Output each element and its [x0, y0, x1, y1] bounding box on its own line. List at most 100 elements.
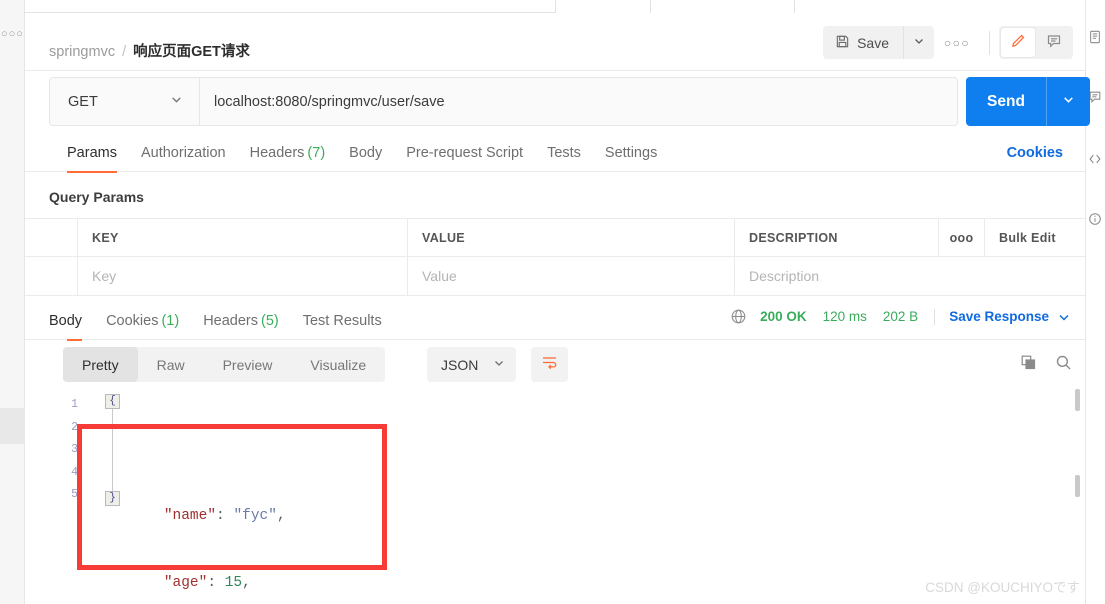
edit-pencil-button[interactable] [1001, 28, 1035, 57]
comment-icon[interactable] [1088, 90, 1104, 106]
ellipsis-icon: ○○○ [943, 35, 971, 50]
tab-params[interactable]: Params [49, 145, 129, 173]
format-tab-raw[interactable]: Raw [138, 347, 204, 382]
json-comma: , [276, 507, 286, 524]
tab-strip-segment-3[interactable] [795, 0, 1085, 13]
save-response-button[interactable]: Save Response [949, 309, 1049, 324]
send-button-label: Send [987, 92, 1025, 110]
globe-icon [730, 308, 747, 325]
tab-headers-count: (7) [307, 145, 326, 161]
table-header-row: KEY VALUE DESCRIPTION ooo Bulk Edit [25, 219, 1085, 257]
response-format-toolbar: Pretty Raw Preview Visualize JSON [25, 340, 1085, 389]
json-key-name: "name" [163, 507, 217, 524]
copy-icon[interactable] [1020, 354, 1037, 376]
tab-tests[interactable]: Tests [535, 145, 593, 172]
save-button-group: Save [823, 26, 934, 59]
chevron-down-icon[interactable] [1057, 310, 1071, 324]
method-selector[interactable]: GET [50, 78, 200, 125]
postman-window: ○○○ springmvc / 响应页面GET请求 Save ○○○ GET l… [0, 0, 1105, 604]
status-code: 200 OK [760, 309, 807, 324]
tab-params-label: Params [67, 145, 117, 161]
response-tab-cookies[interactable]: Cookies (1) [94, 313, 191, 340]
json-value-name: "fyc" [233, 507, 277, 524]
line-number: 2 [71, 420, 78, 434]
format-tab-raw-label: Raw [156, 356, 185, 373]
response-tabs-list: Body Cookies (1) Headers (5) Test Results [49, 304, 394, 341]
code-fold-rail: { } [105, 394, 122, 506]
format-tab-pretty[interactable]: Pretty [63, 347, 138, 382]
code-icon[interactable] [1088, 152, 1104, 168]
request-tabs-list: Params Authorization Headers (7) Body Pre… [49, 134, 669, 173]
left-rail-more-icon[interactable]: ○○○ [1, 28, 23, 40]
tab-settings-label: Settings [604, 145, 658, 161]
response-tab-cookies-count: (1) [161, 313, 180, 329]
fold-open-brace[interactable]: { [105, 394, 120, 409]
code-scrollbar-thumb-bottom[interactable] [1075, 475, 1080, 497]
breadcrumb-current: 响应页面GET请求 [133, 44, 250, 60]
json-code-block[interactable]: "name": "fyc", "age": 15, "address": nul… [129, 392, 294, 604]
fold-connector-line [112, 409, 113, 491]
row-description-input[interactable]: Description [735, 257, 1075, 295]
tab-authorization[interactable]: Authorization [129, 145, 238, 172]
fold-close-brace[interactable]: } [105, 491, 120, 506]
cookies-link[interactable]: Cookies [1007, 145, 1063, 161]
send-dropdown-button[interactable] [1046, 77, 1090, 126]
tab-strip-segment-2[interactable] [650, 0, 795, 13]
chevron-down-icon [493, 356, 505, 374]
format-tab-preview[interactable]: Preview [204, 347, 292, 382]
pencil-icon [1010, 33, 1026, 52]
request-header: springmvc / 响应页面GET请求 Save ○○○ [25, 14, 1085, 71]
response-time: 120 ms [822, 309, 867, 324]
format-tabs: Pretty Raw Preview Visualize [63, 347, 386, 382]
document-icon[interactable] [1088, 30, 1104, 46]
response-tab-test-results[interactable]: Test Results [291, 313, 394, 340]
window-tab-strip [25, 0, 1085, 14]
params-more-button[interactable]: ooo [939, 219, 985, 256]
url-input[interactable] [200, 78, 957, 125]
line-number: 3 [71, 443, 78, 456]
tab-pre-request-script-label: Pre-request Script [406, 145, 524, 161]
response-status-bar: 200 OK 120 ms 202 B Save Response [730, 308, 1071, 325]
breadcrumb-collection[interactable]: springmvc [49, 44, 115, 60]
word-wrap-button[interactable] [531, 347, 568, 382]
format-tab-preview-label: Preview [222, 356, 273, 373]
json-key-age: "age" [163, 575, 208, 591]
row-value-input[interactable]: Value [408, 257, 735, 295]
response-tab-cookies-label: Cookies [106, 313, 159, 329]
response-size: 202 B [882, 309, 919, 324]
watermark: CSDN @KOUCHIYOです [925, 580, 1080, 595]
tab-body[interactable]: Body [337, 145, 394, 172]
response-tab-test-results-label: Test Results [302, 313, 382, 329]
row-key-input[interactable]: Key [78, 257, 408, 295]
bulk-edit-button[interactable]: Bulk Edit [985, 219, 1085, 256]
info-icon[interactable] [1088, 212, 1104, 228]
response-tab-headers[interactable]: Headers (5) [191, 313, 291, 340]
response-tab-body[interactable]: Body [49, 313, 94, 341]
response-tab-headers-label: Headers [203, 313, 258, 329]
query-params-section: Query Params [25, 172, 1085, 218]
search-icon[interactable] [1055, 354, 1072, 376]
response-tab-headers-count: (5) [261, 313, 279, 329]
save-button[interactable]: Save [823, 26, 903, 59]
tab-headers[interactable]: Headers (7) [238, 145, 338, 172]
format-tab-visualize[interactable]: Visualize [291, 347, 385, 382]
language-selector[interactable]: JSON [427, 347, 516, 382]
line-number: 5 [71, 488, 78, 501]
tab-tests-label: Tests [547, 145, 581, 161]
tab-strip-segment-1[interactable] [25, 0, 556, 13]
chevron-down-icon [1062, 93, 1075, 111]
tab-pre-request-script[interactable]: Pre-request Script [394, 145, 535, 172]
comments-button[interactable] [1037, 28, 1071, 57]
code-scrollbar-thumb-top[interactable] [1075, 389, 1080, 411]
view-toggle-group [999, 26, 1073, 59]
tab-settings[interactable]: Settings [593, 145, 669, 172]
save-dropdown-button[interactable] [903, 26, 934, 59]
request-response-pane: springmvc / 响应页面GET请求 Save ○○○ GET local… [25, 14, 1090, 604]
left-rail-active-block[interactable] [0, 408, 25, 444]
json-comma: , [242, 575, 251, 591]
request-more-button[interactable]: ○○○ [934, 26, 980, 59]
send-button-group[interactable]: Send [966, 77, 1090, 126]
row-checkbox-cell[interactable] [25, 257, 78, 295]
json-colon: : [216, 507, 234, 524]
